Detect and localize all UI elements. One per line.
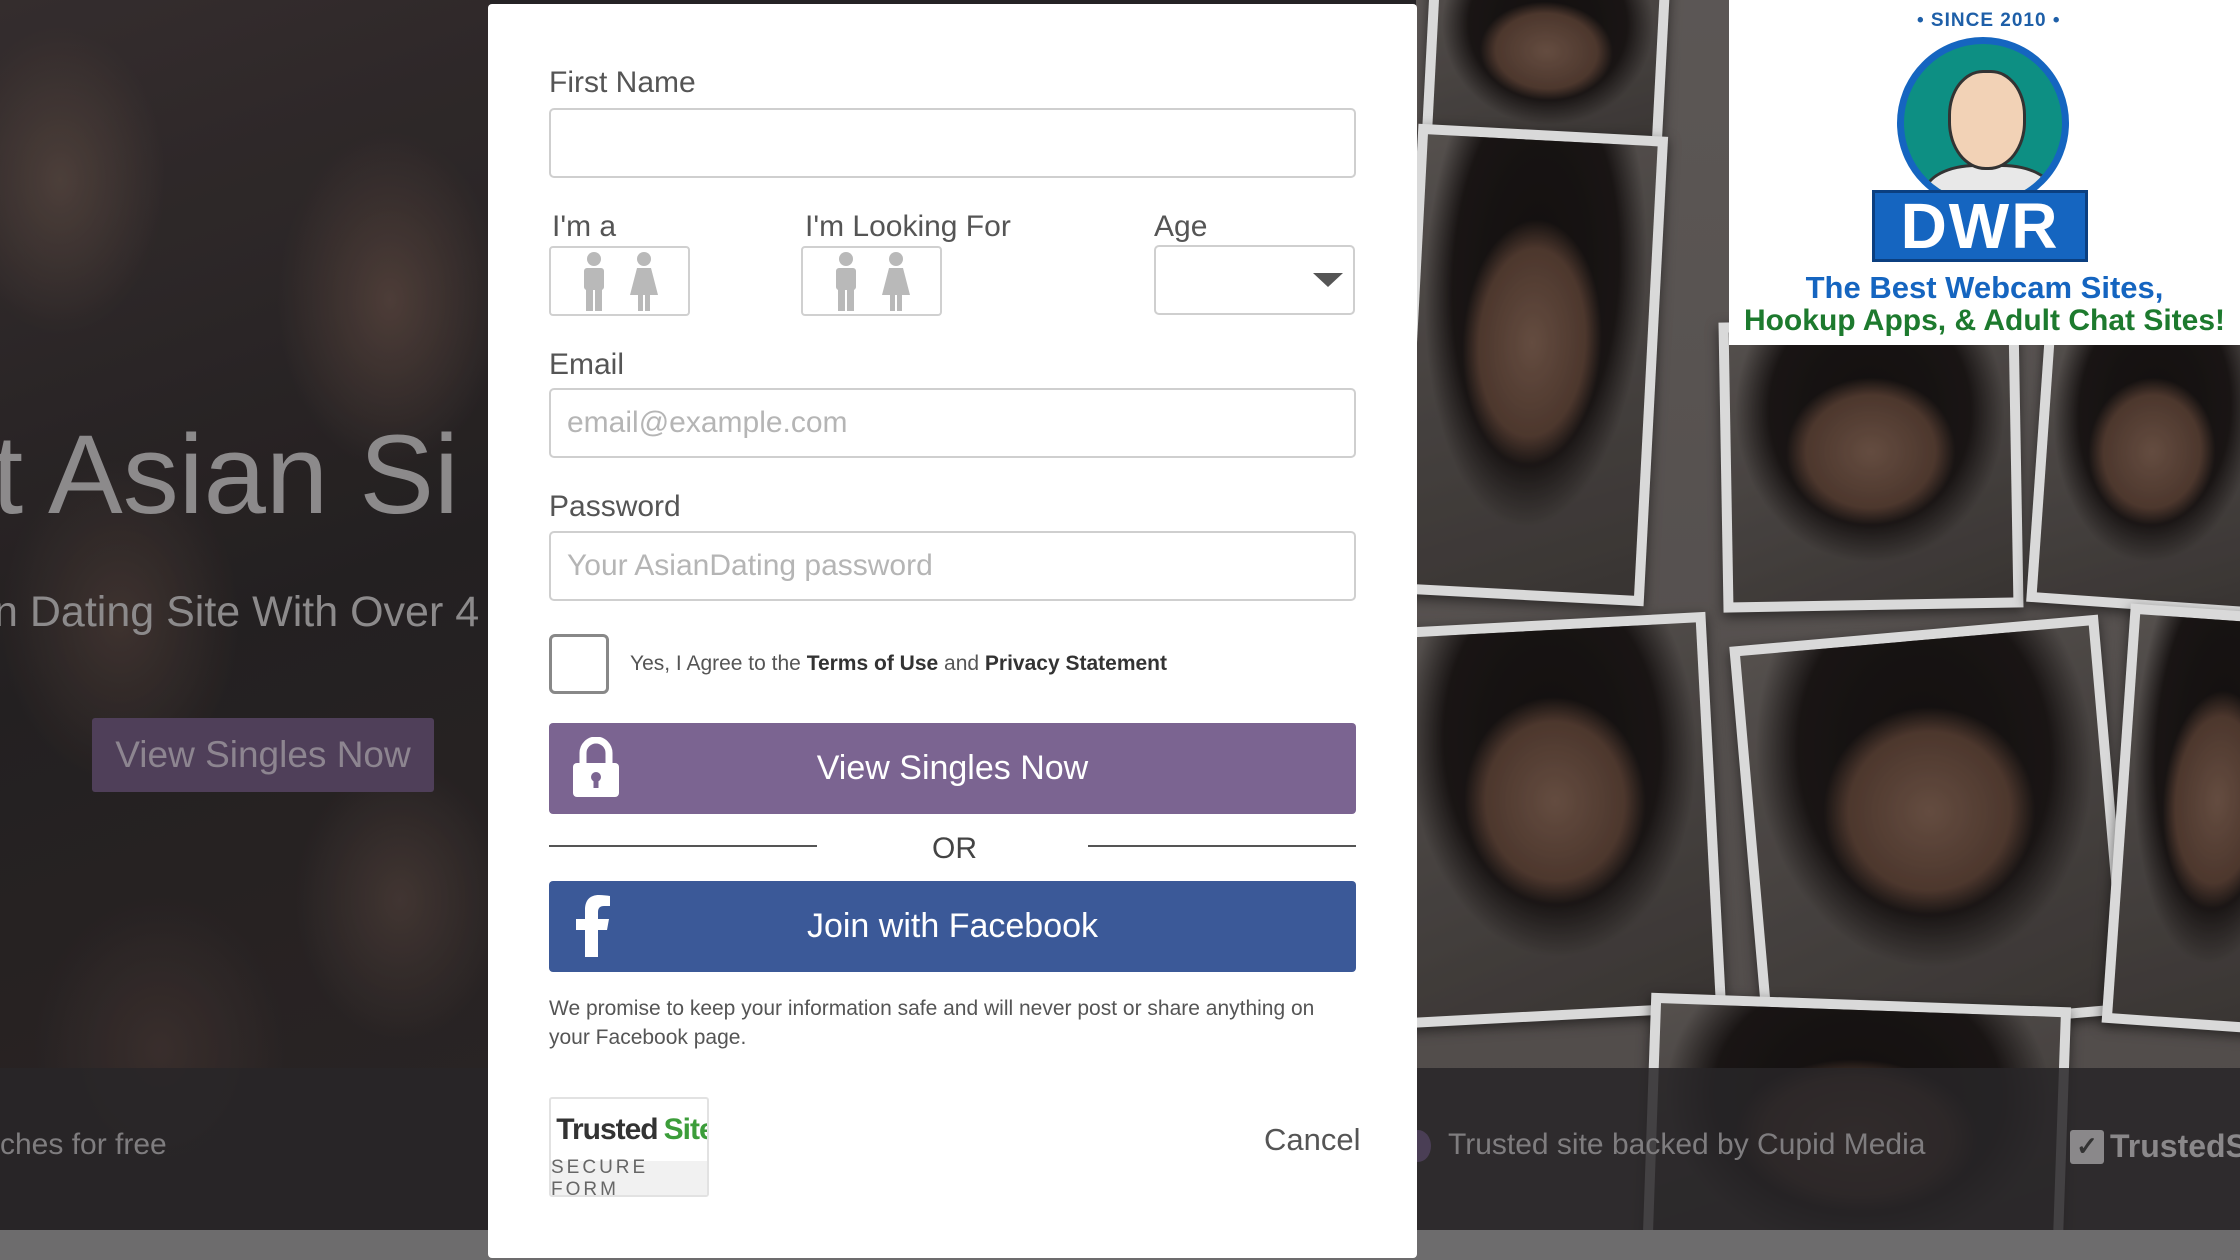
password-input[interactable] xyxy=(549,531,1356,601)
photo-tile xyxy=(1718,317,2024,613)
photo-tile xyxy=(1416,611,1727,1029)
mascot-portrait xyxy=(1897,37,2069,209)
password-label: Password xyxy=(549,490,681,523)
age-select[interactable] xyxy=(1154,245,1355,315)
trusted-site-badge[interactable]: ✓ TrustedSite® SECURE FORM xyxy=(549,1097,709,1197)
caret-down-icon xyxy=(1313,273,1343,287)
hero-view-singles-button[interactable]: View Singles Now xyxy=(92,718,434,792)
facebook-icon xyxy=(576,895,610,957)
join-facebook-button[interactable]: Join with Facebook xyxy=(549,881,1356,972)
photo-tile xyxy=(2101,603,2240,1037)
photo-tile xyxy=(1416,123,1669,607)
since-text: • SINCE 2010 • xyxy=(1917,10,2061,31)
site-word: Site xyxy=(663,1113,707,1146)
footer-right-text: Trusted site backed by Cupid Media xyxy=(1448,1128,1926,1161)
badge-tagline-1: The Best Webcam Sites, xyxy=(1805,270,2164,305)
male-icon[interactable] xyxy=(580,251,608,311)
looking-for-gender-selector[interactable] xyxy=(801,246,942,316)
hero-subtitle: n Dating Site With Over 4 xyxy=(0,588,480,636)
email-input[interactable] xyxy=(549,388,1356,458)
check-icon: ✓ xyxy=(2070,1129,2104,1164)
hero-title: t Asian Si xyxy=(0,412,459,537)
email-label: Email xyxy=(549,348,625,381)
age-label: Age xyxy=(1154,210,1208,243)
join-facebook-label: Join with Facebook xyxy=(806,907,1099,945)
check-icon: ✓ xyxy=(551,1115,552,1145)
footer-trusted-site: ✓ TrustedS xyxy=(2070,1128,2240,1165)
view-singles-label: View Singles Now xyxy=(816,749,1089,787)
signup-modal: First Name I'm a I'm Looking For Age Ema… xyxy=(488,4,1417,1258)
male-icon[interactable] xyxy=(832,251,860,311)
cancel-link[interactable]: Cancel xyxy=(1264,1122,1361,1158)
first-name-input[interactable] xyxy=(549,108,1356,178)
im-a-label: I'm a xyxy=(552,210,617,243)
agree-text: Yes, I Agree to the Terms of Use and Pri… xyxy=(630,652,1167,676)
lock-icon xyxy=(573,737,619,797)
female-icon[interactable] xyxy=(629,251,659,311)
female-icon[interactable] xyxy=(881,251,911,311)
footer-trusted-text: TrustedS xyxy=(2110,1128,2240,1164)
secure-form-caption: SECURE FORM xyxy=(551,1157,707,1195)
view-singles-button[interactable]: View Singles Now xyxy=(549,723,1356,814)
privacy-promise-text: We promise to keep your information safe… xyxy=(549,997,1315,1049)
photo-tile xyxy=(1729,614,2133,1046)
privacy-statement-link[interactable]: Privacy Statement xyxy=(985,652,1167,675)
badge-tagline-2: Hookup Apps, & Adult Chat Sites! xyxy=(1743,304,2226,337)
agree-checkbox[interactable] xyxy=(549,634,609,694)
or-divider-right xyxy=(1088,845,1356,847)
trusted-word: Trusted xyxy=(556,1113,658,1146)
or-text: OR xyxy=(932,832,977,865)
dwr-watermark-badge: • SINCE 2010 • DWR The Best Webcam Sites… xyxy=(1729,0,2240,345)
dwr-logo: DWR xyxy=(1872,190,2088,262)
terms-of-use-link[interactable]: Terms of Use xyxy=(807,652,939,675)
im-a-gender-selector[interactable] xyxy=(549,246,690,316)
footer-left-text: ches for free xyxy=(0,1128,167,1161)
photo-tile xyxy=(2026,312,2240,618)
or-divider-left xyxy=(549,845,817,847)
agree-middle: and xyxy=(938,652,985,675)
looking-for-label: I'm Looking For xyxy=(805,210,1011,243)
agree-prefix: Yes, I Agree to the xyxy=(630,652,807,675)
first-name-label: First Name xyxy=(549,66,696,99)
